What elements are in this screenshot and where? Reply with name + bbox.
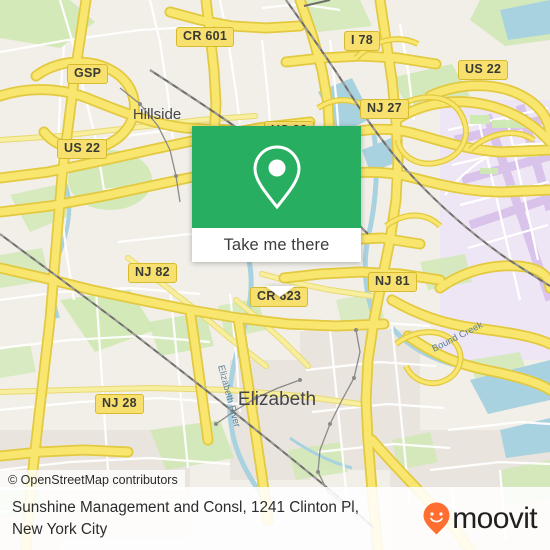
map-screenshot: Hillside Elizabeth Elizabeth River Bound… <box>0 0 550 550</box>
take-me-there-label: Take me there <box>223 235 330 254</box>
map-pin-icon <box>252 145 301 210</box>
road-shield: NJ 27 <box>360 99 409 119</box>
location-callout[interactable]: Take me there <box>192 126 361 297</box>
road-shield: CR 601 <box>176 27 235 47</box>
road-shield: US 22 <box>57 139 108 159</box>
road-shield: NJ 28 <box>95 394 144 414</box>
location-title: Sunshine Management and Consl, 1241 Clin… <box>0 497 423 540</box>
road-shield: NJ 81 <box>368 272 417 292</box>
callout-marker-area <box>192 126 361 228</box>
road-shield-label: NJ 82 <box>135 265 170 279</box>
moovit-wordmark: moovit <box>452 501 537 535</box>
road-shield: GSP <box>67 64 109 84</box>
road-shield-label: I 78 <box>351 33 374 47</box>
callout-tail <box>265 286 295 297</box>
road-shield-label: NJ 81 <box>375 274 410 288</box>
place-label-hillside: Hillside <box>133 106 181 123</box>
road-shield: I 78 <box>344 31 381 51</box>
location-title-line-2: New York City <box>12 520 108 538</box>
road-shield-label: US 22 <box>64 141 101 155</box>
map-canvas[interactable]: Hillside Elizabeth Elizabeth River Bound… <box>0 0 550 550</box>
place-label-elizabeth: Elizabeth <box>238 389 316 410</box>
location-title-line-1: Sunshine Management and Consl, 1241 Clin… <box>12 498 359 516</box>
road-shield: NJ 82 <box>128 263 177 283</box>
road-shield-label: GSP <box>74 66 102 80</box>
road-shield: US 22 <box>458 60 509 80</box>
moovit-logo[interactable]: moovit <box>423 502 550 535</box>
road-shield-label: CR 601 <box>183 29 228 43</box>
moovit-pin-smile-icon <box>423 502 450 535</box>
road-shield-label: US 22 <box>465 62 502 76</box>
road-shield-label: NJ 28 <box>102 396 137 410</box>
footer-bar: Sunshine Management and Consl, 1241 Clin… <box>0 487 550 550</box>
road-shield-label: NJ 27 <box>367 101 402 115</box>
take-me-there-button[interactable]: Take me there <box>192 228 361 262</box>
